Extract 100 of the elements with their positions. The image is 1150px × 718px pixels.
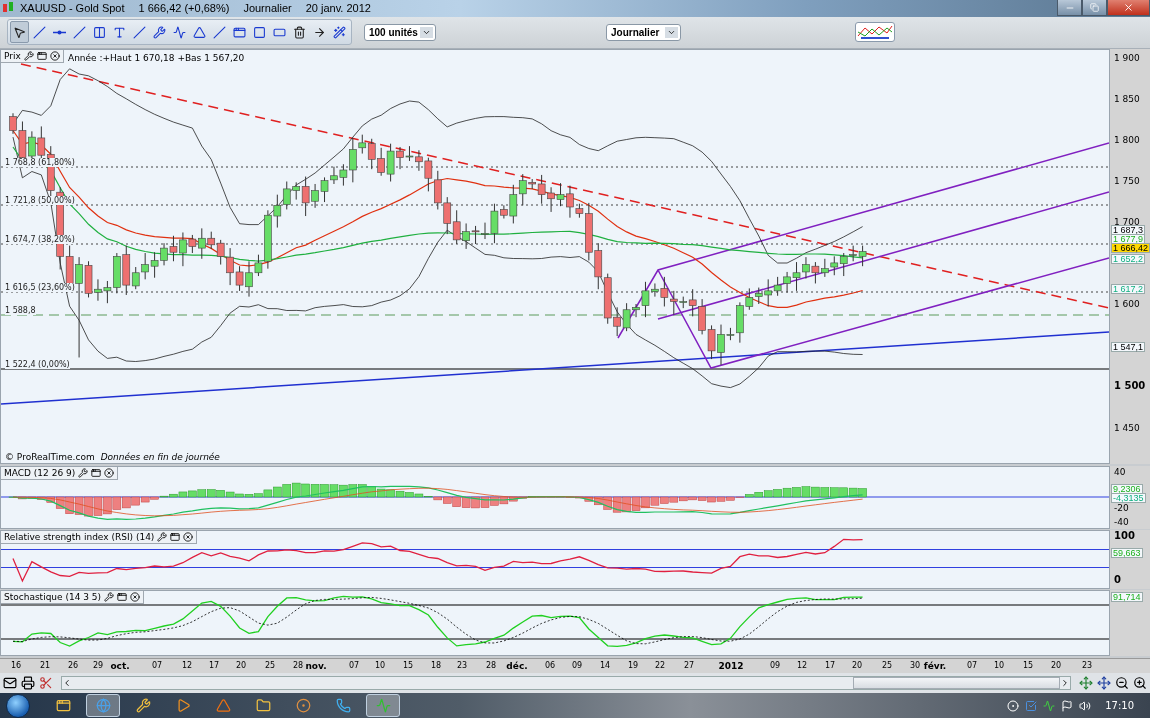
date-label: 23 <box>456 661 468 671</box>
window-icon[interactable] <box>117 591 128 602</box>
scrollbar[interactable] <box>61 676 1071 691</box>
date-label: 15 <box>402 661 414 671</box>
date-label: 30 <box>909 661 921 671</box>
level-label: 1 522,4 (0,00%) <box>5 359 70 369</box>
template-icon <box>233 25 246 39</box>
wand-icon <box>333 25 346 39</box>
zoom-in-icon[interactable] <box>1133 676 1147 691</box>
panel-title: Stochastique (14 3 5) <box>4 591 102 602</box>
axis-tick-label: 0 <box>1114 574 1121 585</box>
period-label: Journalier <box>243 2 292 15</box>
tools-icon <box>135 698 151 713</box>
triangle-icon <box>193 25 206 39</box>
wrench-icon[interactable] <box>104 591 115 602</box>
wrench-icon[interactable] <box>23 50 34 61</box>
date-label: 28 <box>292 661 304 671</box>
orb-icon <box>295 698 311 713</box>
arrow-icon <box>313 25 326 39</box>
pointer-icon <box>13 25 26 39</box>
axis-tick-label: -20 <box>1114 502 1129 513</box>
axis-tick-label: 1 750 <box>1114 175 1140 186</box>
restore-button[interactable] <box>1082 0 1107 16</box>
date-label: 09 <box>571 661 583 671</box>
date-label: 17 <box>208 661 220 671</box>
price-tag: 1 617,2 <box>1111 283 1146 294</box>
close-icon[interactable] <box>183 531 194 542</box>
date-label: 2012 <box>718 661 744 672</box>
print-icon[interactable] <box>21 676 35 691</box>
axis-tick-label: 1 450 <box>1114 422 1140 433</box>
date-label: 10 <box>993 661 1005 671</box>
caret-icon <box>420 26 433 38</box>
scissors-icon[interactable] <box>39 676 53 691</box>
caret-icon <box>665 26 678 38</box>
source-label: © ProRealTime.com <box>5 451 95 462</box>
pointer-tool-button[interactable] <box>10 21 29 44</box>
date-label: 09 <box>769 661 781 671</box>
value-tag: -4,3135 <box>1111 492 1146 503</box>
date-label: 19 <box>627 661 639 671</box>
scroll-left-icon[interactable] <box>62 678 72 689</box>
date-label: 27 <box>683 661 695 671</box>
close-icon[interactable] <box>49 50 60 61</box>
date-label: 07 <box>151 661 163 671</box>
date-label: 25 <box>264 661 276 671</box>
value-tag: 59,663 <box>1111 547 1143 558</box>
close-icon[interactable] <box>130 591 141 602</box>
timeframe-select[interactable]: Journalier <box>606 23 681 41</box>
axis-tick-label: 1 600 <box>1114 298 1140 309</box>
close-icon[interactable] <box>104 467 115 478</box>
date-label: 17 <box>824 661 836 671</box>
zigzag-icon <box>173 25 186 39</box>
window-title: XAUUSD - Gold Spot <box>20 2 125 15</box>
date-label: 29 <box>92 661 104 671</box>
level-label: 1 721,8 (50,00%) <box>5 195 75 205</box>
date-label: 25 <box>881 661 893 671</box>
date-label: 21 <box>39 661 51 671</box>
axis-tick-label: 1 500 <box>1114 380 1146 391</box>
wrench-icon[interactable] <box>78 467 89 478</box>
tray-icon[interactable] <box>1007 699 1020 712</box>
range-summary: Année :+Haut 1 670,18 +Bas 1 567,20 <box>68 52 245 63</box>
price-quote: 1 666,42 (+0,68%) <box>138 2 230 15</box>
scroll-thumb[interactable] <box>853 677 1060 690</box>
zoom-out-icon[interactable] <box>1115 676 1129 691</box>
minimize-button[interactable] <box>1057 0 1082 16</box>
mail-icon[interactable] <box>3 676 17 691</box>
volume-icon[interactable] <box>1079 699 1092 712</box>
date-label: 12 <box>796 661 808 671</box>
window-icon[interactable] <box>36 50 47 61</box>
start-button[interactable] <box>6 693 30 718</box>
close-button[interactable] <box>1107 0 1150 16</box>
date-label: 18 <box>430 661 442 671</box>
date-label: 07 <box>348 661 360 671</box>
text-icon <box>113 25 126 39</box>
indicators-button[interactable] <box>855 22 895 43</box>
window-icon[interactable] <box>170 531 181 542</box>
price-tag: 1 547,1 <box>1111 341 1146 352</box>
chart-icon[interactable] <box>1043 699 1056 712</box>
date-label: 15 <box>1022 661 1034 671</box>
date-label: 20 <box>235 661 247 671</box>
hline-icon <box>53 28 66 36</box>
line-icon <box>33 25 46 39</box>
window-icon[interactable] <box>91 467 102 478</box>
value-tag: 91,714 <box>1111 591 1143 602</box>
close-icon <box>1123 2 1134 13</box>
player-icon <box>175 698 191 713</box>
move-icon[interactable] <box>1079 676 1093 691</box>
browser-taskbar-button[interactable] <box>86 694 120 717</box>
panel-title: Relative strength index (RSI) (14) <box>4 531 155 542</box>
units-select[interactable]: 100 unités <box>364 23 436 41</box>
axis-tick-label: 1 850 <box>1114 93 1140 104</box>
check-icon[interactable] <box>1025 699 1038 712</box>
date-label: 06 <box>544 661 556 671</box>
level-label: 1 768,8 (61,80%) <box>5 157 75 167</box>
chart-lines-icon <box>857 24 893 41</box>
date-label: 16 <box>10 661 22 671</box>
flag-icon[interactable] <box>1061 699 1074 712</box>
panel-title: Prix <box>4 50 21 61</box>
scroll-right-icon[interactable] <box>1060 678 1070 689</box>
wrench-icon[interactable] <box>157 531 168 542</box>
date-label: 14 <box>599 661 611 671</box>
